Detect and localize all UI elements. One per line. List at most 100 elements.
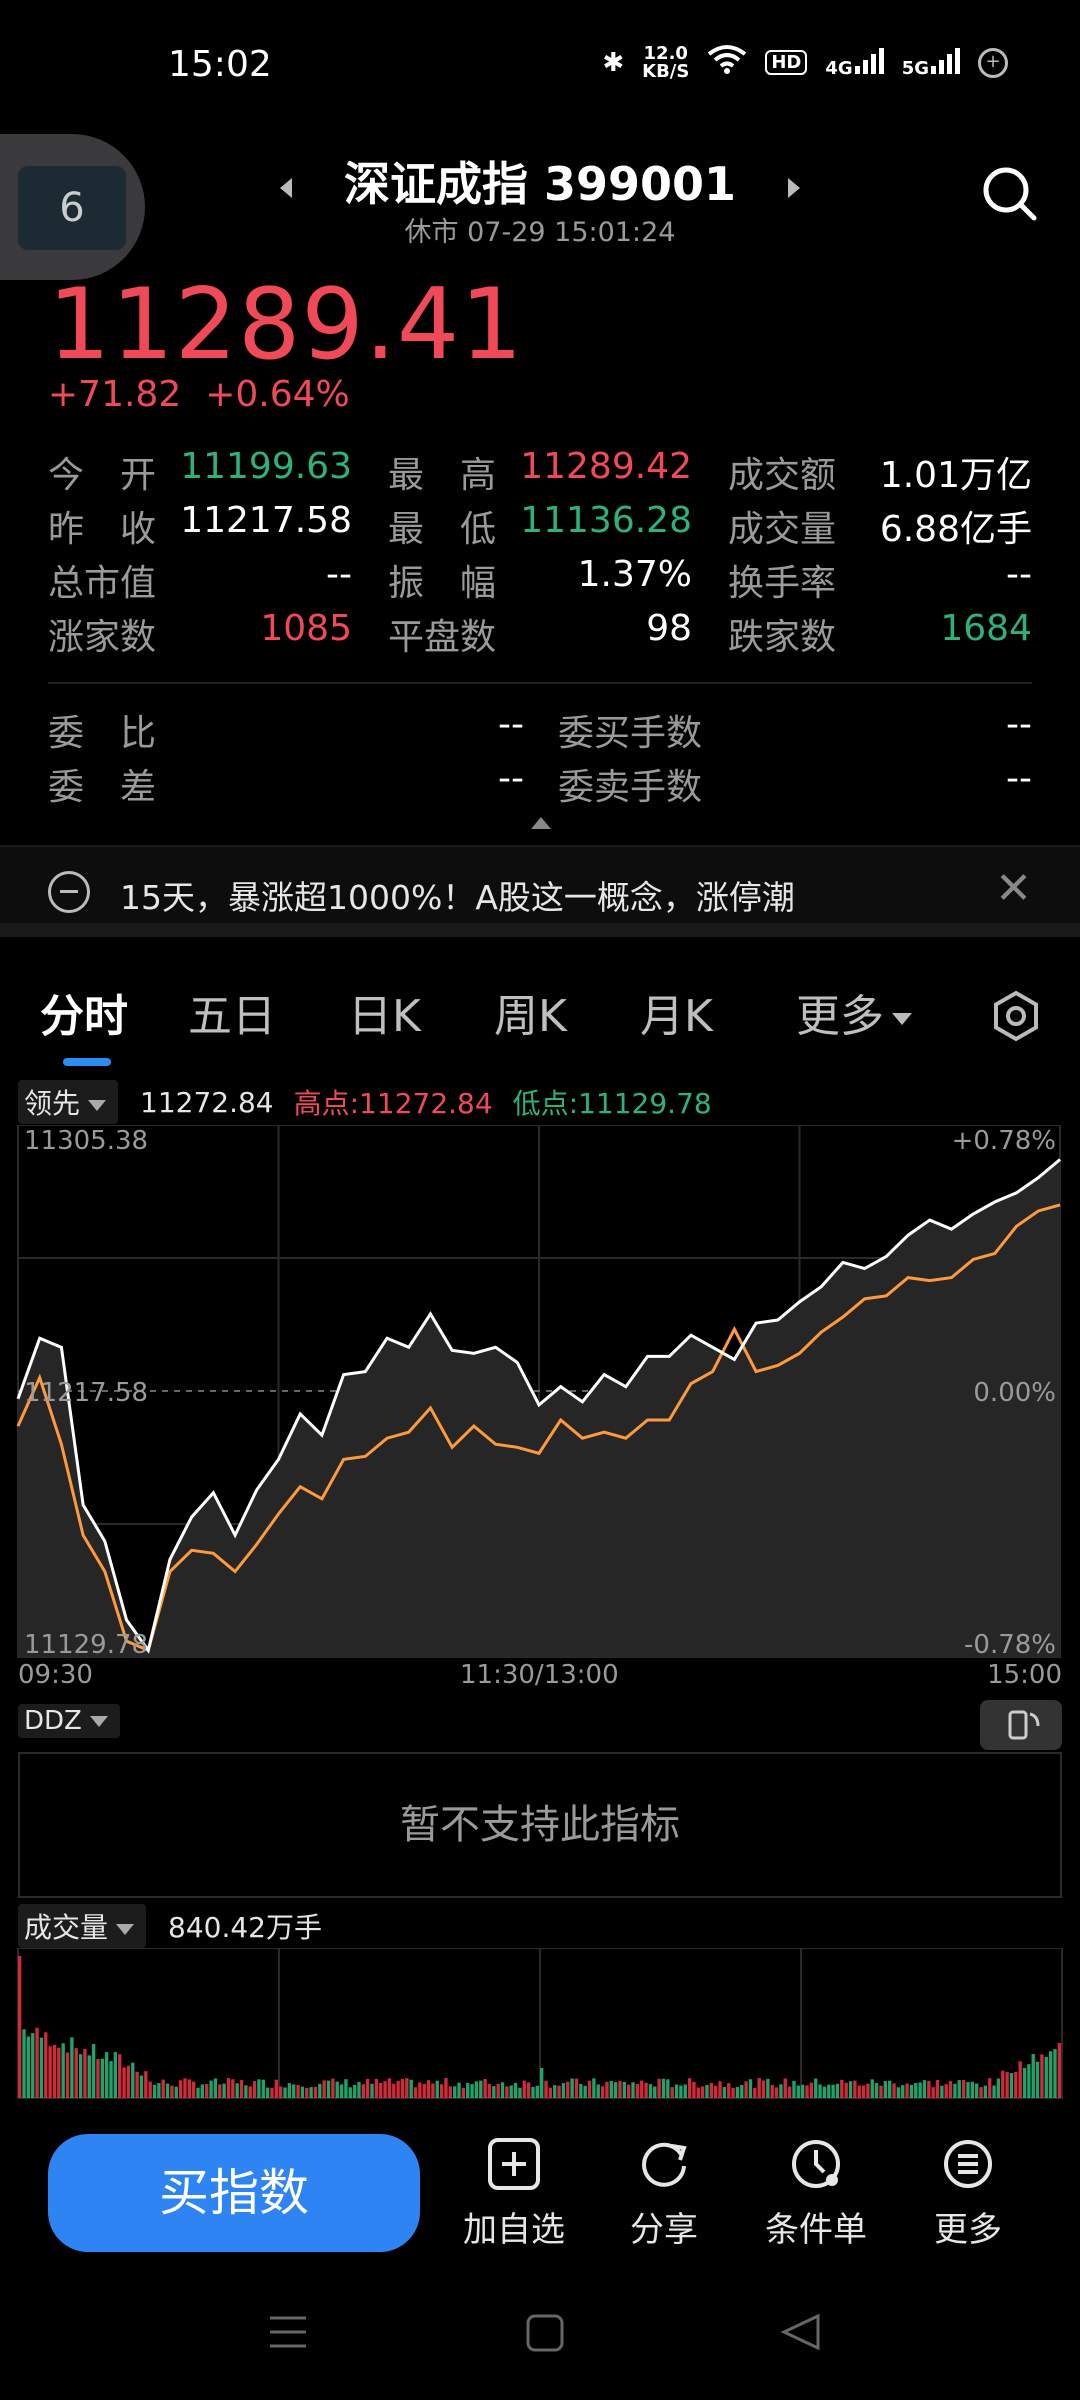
tab-weekly-k[interactable]: 周K [494,980,567,1044]
volume-bar [609,2080,613,2098]
status-icons: ✱ 12.0 KB/S HD 4G 5G + [602,44,1008,81]
volume-bar [835,2083,840,2098]
search-icon[interactable] [980,164,1038,222]
volume-bar [883,2081,887,2098]
intraday-chart-svg: 11305.38 +0.78% 11217.58 0.00% 11129.78 -0.78… [16,1124,1061,1660]
home-icon[interactable] [526,2314,564,2352]
tab-more[interactable]: 更多 [796,980,912,1044]
volume-bar [583,2085,587,2098]
ddz-dropdown[interactable]: DDZ [18,1704,120,1738]
volume-bar [496,2083,500,2098]
volume-bar [857,2085,861,2098]
volume-bar [687,2078,692,2098]
volume-bar [874,2083,879,2098]
volume-bar [648,2084,653,2098]
stat-value: 11136.28 [520,500,692,541]
stats-row: 昨 收 11217.58 最 低 11136.28 成交量 6.88亿手 [48,500,1032,554]
volume-bar [105,2052,109,2098]
network-speed: 12.0 KB/S [642,42,690,82]
bluetooth-icon: ✱ [602,47,625,78]
tab-five-day[interactable]: 五日 [188,980,276,1044]
volume-bar [174,2086,178,2098]
volume-chart-svg [17,1947,1063,2099]
volume-bar [444,2078,448,2098]
volume-bar [357,2081,361,2098]
volume-bar [1040,2054,1044,2098]
volume-bar [366,2078,370,2098]
indicator-dropdown[interactable]: 领先 [18,1080,119,1124]
volume-bar [766,2078,770,2098]
stat-value: 1.37% [577,554,692,595]
volume-bar [792,2080,796,2098]
order-value: -- [498,704,524,745]
share-button[interactable]: 分享 [594,2136,734,2251]
volume-bar [840,2079,844,2098]
next-index-arrow-icon[interactable] [788,178,800,198]
order-label: 委卖手数 [558,767,703,808]
volume-bar [113,2052,118,2098]
x-tick-label: 09:30 [18,1660,93,1690]
volume-bar [1014,2071,1018,2098]
volume-bar [300,2086,305,2098]
volume-bar [318,2083,322,2098]
wifi-icon [707,44,747,81]
volume-bar [740,2084,744,2098]
volume-bar [148,2081,152,2098]
tab-intraday[interactable]: 分时 [40,980,128,1044]
volume-bar [379,2083,383,2098]
volume-bar [31,2033,35,2098]
hd-icon: HD [765,50,808,75]
stats-grid: 今 开 11199.63 最 高 11289.42 成交额 1.01万亿昨 收 11217.… [48,446,1032,662]
volume-bar [339,2084,344,2098]
order-value: -- [498,758,524,799]
volume-bar [205,2084,209,2098]
volume-bar [157,2083,161,2098]
volume-dropdown[interactable]: 成交量 [18,1904,147,1948]
volume-chart[interactable] [0,1947,1080,2120]
volume-bar [1018,2061,1022,2098]
add-watchlist-button[interactable]: 加自选 [444,2136,584,2251]
settings-icon[interactable] [990,990,1042,1042]
volume-bar [61,2043,65,2098]
volume-bar [326,2080,331,2098]
volume-bar [122,2067,126,2098]
tab-monthly-k[interactable]: 月K [640,980,713,1044]
rotate-screen-button[interactable] [980,1700,1062,1750]
tab-daily-k[interactable]: 日K [348,980,421,1044]
condition-order-button[interactable]: 条件单 [746,2136,886,2251]
volume-bar [796,2085,800,2098]
active-tab-indicator [63,1058,111,1066]
volume-bar [487,2084,492,2098]
expand-icon[interactable] [531,817,551,829]
menu-icon[interactable] [270,2316,306,2348]
back-icon[interactable] [780,2313,820,2351]
volume-bar [879,2085,883,2098]
volume-bar [944,2084,948,2098]
volume-bar [483,2078,487,2098]
volume-bar [627,2084,631,2098]
volume-bar [905,2083,909,2098]
page-title: 深证成指 399001 [343,157,737,211]
volume-bar [144,2071,148,2098]
volume-header: 成交量 840.42万手 [18,1904,342,1948]
volume-bar [914,2083,918,2098]
more-button[interactable]: 更多 [898,2136,1038,2251]
volume-bar [644,2082,648,2098]
news-text[interactable]: 15天，暴涨超1000%！A股这一概念，涨停潮 [120,871,795,919]
volume-bar [996,2078,1001,2098]
stat-value: 1684 [940,608,1032,649]
volume-bar [613,2082,618,2098]
news-banner[interactable]: 15天，暴涨超1000%！A股这一概念，涨停潮 ✕ [0,845,1080,937]
signal-4g-icon: 4G [825,46,884,79]
volume-bar [457,2082,461,2098]
volume-bar [44,2032,48,2098]
volume-bar [700,2086,705,2098]
volume-bar [935,2080,940,2098]
intraday-chart[interactable]: 11305.38 +0.78% 11217.58 0.00% 11129.78 -0.78… [0,1124,1080,1685]
close-icon[interactable]: ✕ [995,863,1032,914]
buy-index-button[interactable]: 买指数 [48,2134,420,2252]
volume-bar [39,2037,44,2098]
change-value: +71.82 [48,374,182,415]
volume-bar [1031,2054,1035,2098]
volume-bar [844,2082,848,2098]
